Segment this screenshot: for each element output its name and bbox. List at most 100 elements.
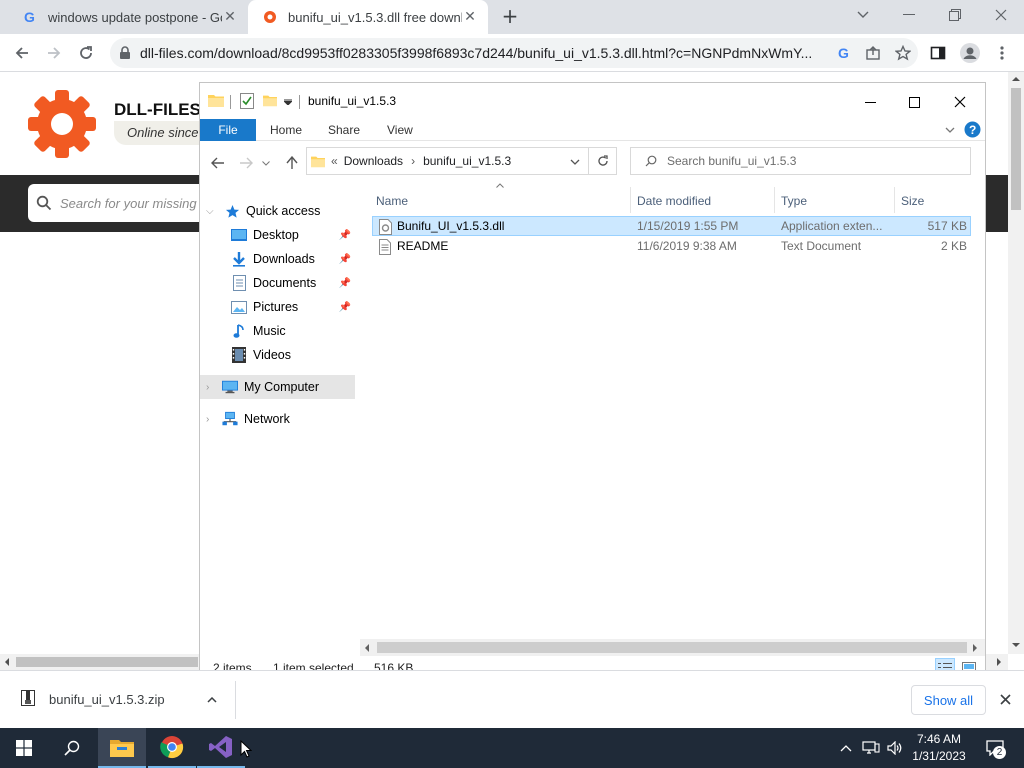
nav-label: Quick access [246,204,321,218]
download-options-chevron-icon[interactable] [207,697,217,703]
reload-button[interactable] [72,39,100,67]
chrome-icon [160,736,184,759]
network-status-icon[interactable] [860,728,882,768]
maximize-button[interactable] [892,89,936,115]
tab-file[interactable]: File [200,119,256,141]
tab-home[interactable]: Home [270,119,302,141]
help-icon[interactable]: ? [964,121,981,138]
customize-toolbar-dropdown-icon[interactable] [284,99,292,105]
show-all-button[interactable]: Show all [911,685,986,715]
nav-quick-access[interactable]: ⌵ Quick access [200,199,355,223]
profile-avatar[interactable] [956,39,984,67]
volume-icon[interactable] [884,728,906,768]
visual-studio-icon [209,736,232,758]
column-header-name[interactable]: Name [376,188,626,214]
forward-button[interactable] [236,153,256,173]
folder-icon [208,95,224,107]
dll-files-logo[interactable] [26,88,98,160]
address-breadcrumb[interactable]: « Downloads › bunifu_ui_v1.5.3 [306,147,589,175]
nav-network[interactable]: › Network [200,407,355,431]
breadcrumb-downloads[interactable]: Downloads [344,154,403,168]
close-window-button[interactable] [978,0,1024,30]
back-button[interactable] [208,153,228,173]
address-dropdown-chevron-icon[interactable] [570,159,580,165]
pin-icon[interactable]: 📌 [339,230,351,241]
scrollbar-thumb[interactable] [1011,88,1021,210]
site-logo-text[interactable]: DLL-FILES. [114,100,206,120]
tab-search-chevron-icon[interactable] [840,0,886,30]
bookmark-star-icon[interactable] [888,45,918,61]
taskbar-chrome[interactable] [148,728,196,768]
column-divider[interactable] [774,187,775,213]
close-tab-icon[interactable]: ✕ [222,9,238,25]
taskbar-visual-studio[interactable] [197,728,245,768]
recent-locations-chevron-icon[interactable] [260,153,272,173]
expand-ribbon-chevron-icon[interactable] [945,127,955,133]
column-header-type[interactable]: Type [781,188,891,214]
show-hidden-icons-chevron-icon[interactable] [838,728,854,768]
refresh-button[interactable] [589,147,617,175]
breadcrumb-current-folder[interactable]: bunifu_ui_v1.5.3 [423,154,511,168]
new-folder-icon[interactable] [263,93,277,107]
file-row[interactable]: README 11/6/2019 9:38 AM Text Document 2… [372,237,971,257]
scrollbar-thumb[interactable] [377,642,967,653]
google-lens-icon[interactable]: G [830,45,858,61]
forward-button[interactable] [40,39,68,67]
pin-icon[interactable]: 📌 [339,254,351,265]
pin-icon[interactable]: 📌 [339,278,351,289]
site-search-input[interactable]: Search for your missing [28,184,228,222]
breadcrumb-separator-icon[interactable]: › [411,154,415,168]
expanded-chevron-icon[interactable]: ⌵ [206,206,214,217]
nav-music[interactable]: Music [200,319,355,343]
tab-view[interactable]: View [387,119,413,141]
lock-icon[interactable] [110,46,140,60]
column-header-size[interactable]: Size [901,188,961,214]
start-button[interactable] [0,728,48,768]
explorer-search-box[interactable]: Search bunifu_ui_v1.5.3 [630,147,971,175]
file-list-horizontal-scrollbar[interactable] [360,639,985,656]
column-divider[interactable] [630,187,631,213]
minimize-button[interactable] [886,0,932,30]
svg-text:G: G [24,9,35,25]
file-row[interactable]: Bunifu_UI_v1.5.3.dll 1/15/2019 1:55 PM A… [372,216,971,236]
nav-pictures[interactable]: Pictures 📌 [200,295,355,319]
address-bar[interactable]: dll-files.com/download/8cd9953ff0283305f… [110,38,918,68]
chrome-menu-icon[interactable] [988,39,1016,67]
pin-icon[interactable]: 📌 [339,302,351,313]
page-vertical-scrollbar[interactable] [1008,72,1024,654]
breadcrumb-overflow[interactable]: « [331,154,338,168]
side-panel-icon[interactable] [924,39,952,67]
tab-dll-files[interactable]: bunifu_ui_v1.5.3.dll free downloa ✕ [248,0,488,34]
nav-my-computer[interactable]: › My Computer [200,375,355,399]
nav-documents[interactable]: Documents 📌 [200,271,355,295]
share-icon[interactable] [858,45,888,61]
restore-button[interactable] [932,0,978,30]
back-button[interactable] [8,39,36,67]
close-tab-icon[interactable]: ✕ [462,9,478,25]
column-divider[interactable] [894,187,895,213]
taskbar-search-button[interactable] [48,728,96,768]
zip-file-icon [21,690,35,706]
nav-videos[interactable]: Videos [200,343,355,367]
browser-toolbar: dll-files.com/download/8cd9953ff0283305f… [0,34,1024,72]
collapsed-chevron-icon[interactable]: › [206,382,209,393]
column-header-date-modified[interactable]: Date modified [637,188,767,214]
close-button[interactable] [938,89,982,115]
close-shelf-icon[interactable] [1000,694,1011,705]
explorer-title-bar[interactable]: bunifu_ui_v1.5.3 [200,83,985,119]
collapsed-chevron-icon[interactable]: › [206,414,209,425]
taskbar-clock[interactable]: 7:46 AM 1/31/2023 [905,731,973,765]
search-icon [645,155,657,167]
tab-google-search[interactable]: G windows update postpone - Goo ✕ [8,0,248,34]
taskbar-file-explorer[interactable] [98,728,146,768]
downloaded-file-name[interactable]: bunifu_ui_v1.5.3.zip [49,692,165,707]
nav-desktop[interactable]: Desktop 📌 [200,223,355,247]
tab-share[interactable]: Share [328,119,360,141]
scrollbar-thumb[interactable] [16,657,198,667]
new-tab-button[interactable]: + [498,5,522,29]
minimize-button[interactable] [848,89,892,115]
properties-icon[interactable] [240,93,254,109]
nav-downloads[interactable]: Downloads 📌 [200,247,355,271]
action-center-button[interactable]: 2 [980,728,1010,768]
up-button[interactable] [282,153,302,173]
